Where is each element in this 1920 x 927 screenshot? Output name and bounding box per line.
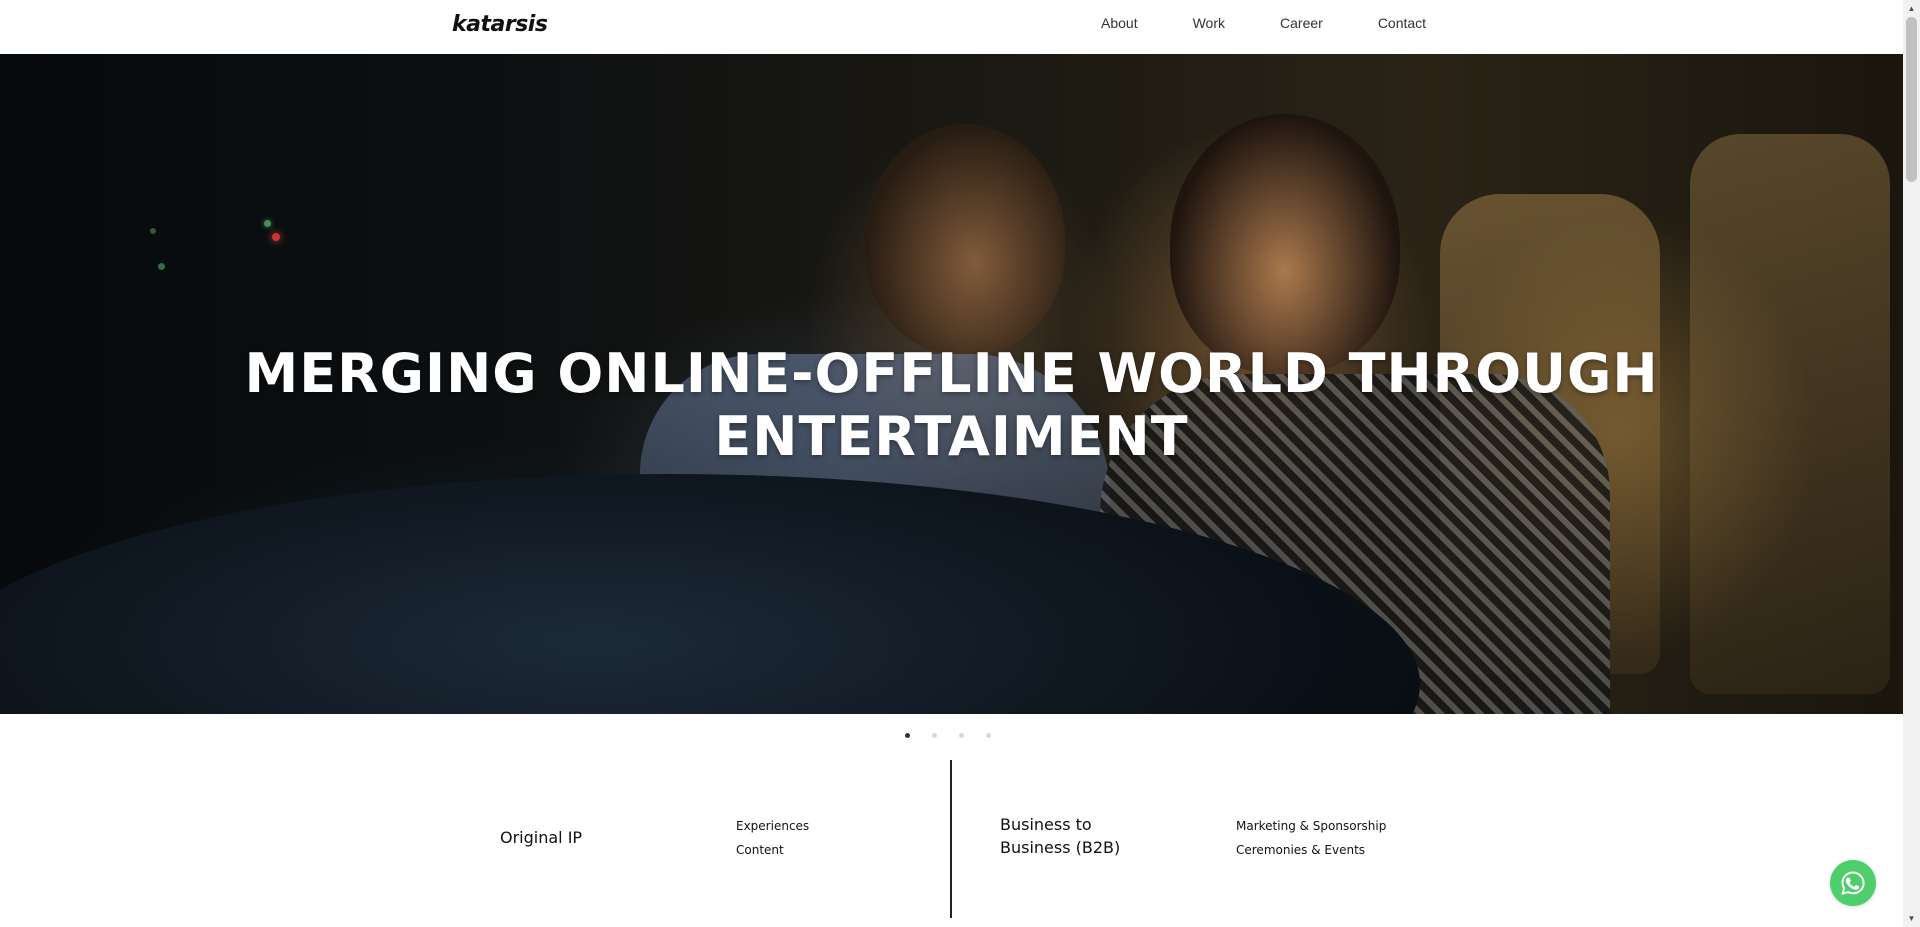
slider-dots (905, 733, 1013, 738)
service-item-marketing-sponsorship[interactable]: Marketing & Sponsorship (1236, 814, 1386, 838)
hero-photo-light (158, 263, 165, 270)
nav-career[interactable]: Career (1280, 15, 1323, 31)
service-item-content[interactable]: Content (736, 838, 809, 862)
scroll-down-arrow-icon[interactable]: ▼ (1903, 910, 1920, 927)
hero-title: MERGING ONLINE-OFFLINE WORLD THROUGH ENT… (244, 342, 1659, 468)
hero-photo-light (272, 233, 280, 241)
page: katarsis About Work Career Contact MERGI… (0, 0, 1920, 927)
whatsapp-button[interactable] (1830, 860, 1876, 906)
hero-photo-person (1170, 114, 1400, 374)
slider-dot-3[interactable] (959, 733, 964, 738)
service-title-b2b[interactable]: Business to Business (B2B) (1000, 813, 1120, 859)
hero-photo-light (264, 220, 271, 227)
hero-photo-person (865, 124, 1065, 354)
whatsapp-icon (1841, 871, 1865, 895)
service-title-b2b-line1: Business to (1000, 815, 1092, 834)
service-list-b2b: Marketing & Sponsorship Ceremonies & Eve… (1236, 814, 1386, 862)
main-nav: About Work Career Contact (1101, 15, 1426, 31)
logo[interactable]: katarsis (452, 12, 548, 37)
service-title-original-ip[interactable]: Original IP (500, 826, 582, 849)
service-list-original-ip: Experiences Content (736, 814, 809, 862)
slider-dot-4[interactable] (986, 733, 991, 738)
slider-dot-1[interactable] (905, 733, 910, 738)
scroll-up-arrow-icon[interactable]: ▲ (1903, 0, 1920, 17)
service-item-experiences[interactable]: Experiences (736, 814, 809, 838)
hero-photo-light (150, 228, 156, 234)
nav-work[interactable]: Work (1193, 15, 1225, 31)
nav-contact[interactable]: Contact (1378, 15, 1426, 31)
services-divider (950, 760, 952, 918)
service-item-ceremonies-events[interactable]: Ceremonies & Events (1236, 838, 1386, 862)
slider-dot-2[interactable] (932, 733, 937, 738)
scrollbar-thumb[interactable] (1906, 17, 1917, 182)
site-header: katarsis About Work Career Contact (0, 0, 1903, 54)
hero-slider[interactable]: MERGING ONLINE-OFFLINE WORLD THROUGH ENT… (0, 54, 1903, 714)
service-title-b2b-line2: Business (B2B) (1000, 838, 1121, 857)
nav-about[interactable]: About (1101, 15, 1138, 31)
